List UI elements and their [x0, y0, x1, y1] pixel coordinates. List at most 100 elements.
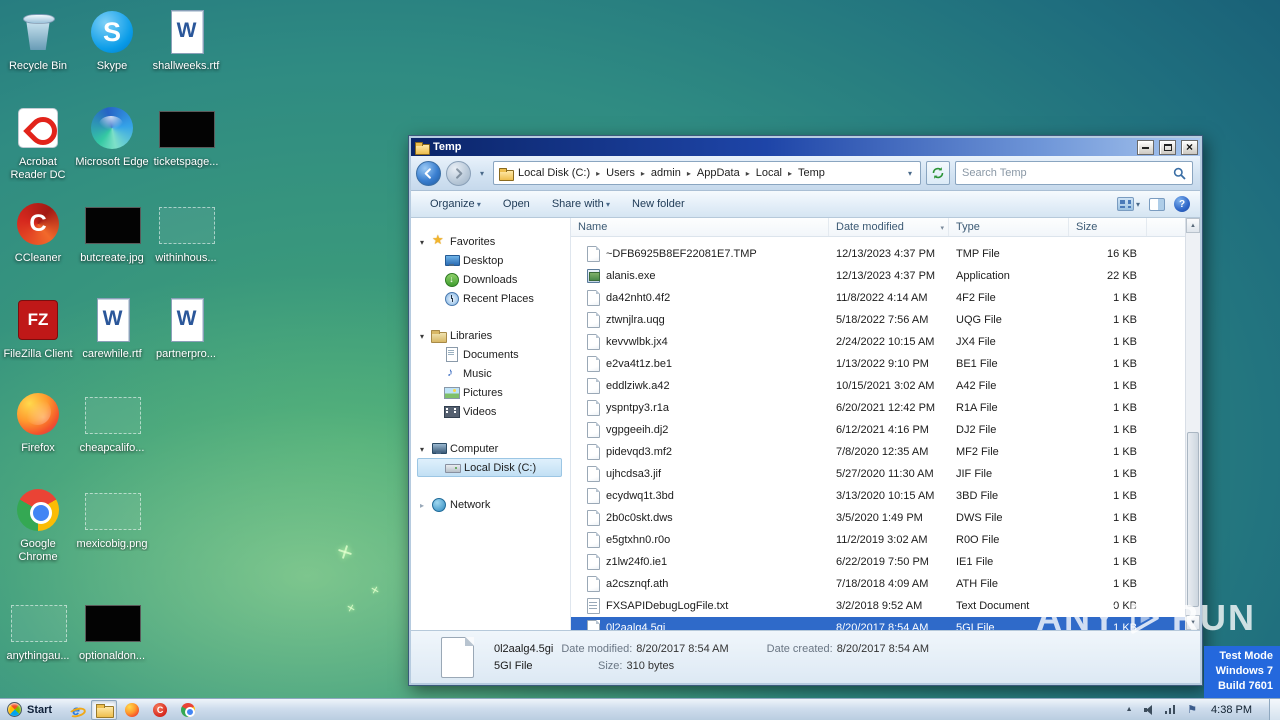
show-desktop-button[interactable] — [1269, 698, 1280, 720]
file-row-pidevqd3-mf2[interactable]: pidevqd3.mf2 7/8/2020 12:35 AM MF2 File … — [571, 441, 1185, 463]
column-header-size[interactable]: Size — [1069, 218, 1147, 236]
scroll-up-button[interactable] — [1186, 218, 1200, 233]
expander-icon[interactable] — [417, 443, 427, 455]
minimize-button[interactable] — [1137, 139, 1154, 155]
sidebar-section-header[interactable]: Network — [417, 495, 570, 514]
file-row-eddlziwk-a42[interactable]: eddlziwk.a42 10/15/2021 3:02 AM A42 File… — [571, 375, 1185, 397]
refresh-button[interactable] — [926, 161, 950, 185]
help-button[interactable] — [1174, 196, 1190, 212]
desktop-icon-microsoft-edge[interactable]: Microsoft Edge — [74, 104, 150, 169]
taskbar-pinned-chrome[interactable] — [175, 700, 201, 720]
sidebar-section-header[interactable]: Libraries — [417, 326, 570, 345]
command-share-with[interactable]: Share with — [543, 194, 619, 214]
address-bar[interactable]: Local Disk (C:) Users admin AppData Local Tem… — [493, 161, 921, 185]
file-row-dfb6925b8ef22081e7-tmp[interactable]: ~DFB6925B8EF22081E7.TMP 12/13/2023 4:37 … — [571, 243, 1185, 265]
file-row-yspntpy3-r1a[interactable]: yspntpy3.r1a 6/20/2021 12:42 PM R1A File… — [571, 397, 1185, 419]
breadcrumb-item-admin[interactable]: admin — [646, 167, 686, 179]
sidebar-item-desktop[interactable]: Desktop — [417, 251, 570, 270]
search-box[interactable] — [955, 161, 1193, 185]
breadcrumb-item-local[interactable]: Local — [751, 167, 787, 179]
desktop-icon-google-chrome[interactable]: Google Chrome — [0, 486, 76, 564]
taskbar-pinned-ccleaner[interactable] — [147, 700, 173, 720]
desktop-icon-mexicobig-png[interactable]: mexicobig.png — [74, 486, 150, 551]
desktop-icon-filezilla-client[interactable]: FileZilla Client — [0, 296, 76, 361]
sidebar-item-videos[interactable]: Videos — [417, 402, 570, 421]
search-input[interactable] — [962, 167, 1169, 179]
command-open[interactable]: Open — [494, 194, 539, 214]
file-row-z1lw24f0-ie1[interactable]: z1lw24f0.ie1 6/22/2019 7:50 PM IE1 File … — [571, 551, 1185, 573]
desktop-icon-ticketspage[interactable]: ticketspage... — [148, 104, 224, 169]
file-date-modified: 11/8/2022 4:14 AM — [836, 292, 928, 304]
column-header-name[interactable]: Name — [571, 218, 829, 236]
desktop-icon-cheapcalifo[interactable]: cheapcalifo... — [74, 390, 150, 455]
desktop-icon-shallweeks-rtf[interactable]: shallweeks.rtf — [148, 8, 224, 73]
file-row-ztwnjlra-uqg[interactable]: ztwnjlra.uqg 5/18/2022 7:56 AM UQG File … — [571, 309, 1185, 331]
column-header-label: Type — [956, 221, 980, 233]
recent-pages-dropdown[interactable] — [476, 169, 488, 178]
breadcrumb-item-temp[interactable]: Temp — [793, 167, 830, 179]
taskbar-clock[interactable]: 4:38 PM — [1206, 704, 1262, 716]
tray-chevron-icon[interactable] — [1122, 703, 1136, 717]
desktop-icon-anythingau[interactable]: anythingau... — [0, 598, 76, 663]
tray-network-icon[interactable] — [1164, 703, 1178, 717]
expander-icon[interactable] — [417, 330, 427, 342]
sidebar-section-computer: Computer Local Disk (C:) — [417, 439, 570, 477]
sidebar-item-downloads[interactable]: Downloads — [417, 270, 570, 289]
breadcrumb-item-local-disk-c[interactable]: Local Disk (C:) — [513, 167, 595, 179]
breadcrumb-item-appdata[interactable]: AppData — [692, 167, 745, 179]
file-row-da42nht0-4f2[interactable]: da42nht0.4f2 11/8/2022 4:14 AM 4F2 File … — [571, 287, 1185, 309]
desktop-icon-firefox[interactable]: Firefox — [0, 390, 76, 455]
taskbar-pinned-internet-explorer[interactable] — [63, 700, 89, 720]
address-dropdown[interactable] — [905, 167, 915, 179]
close-button[interactable] — [1181, 139, 1198, 155]
desktop-icon-acrobat-reader-dc[interactable]: Acrobat Reader DC — [0, 104, 76, 182]
search-icon[interactable] — [1173, 167, 1186, 180]
desktop-icon-carewhile-rtf[interactable]: carewhile.rtf — [74, 296, 150, 361]
breadcrumb-item-users[interactable]: Users — [601, 167, 640, 179]
file-row-2b0c0skt-dws[interactable]: 2b0c0skt.dws 3/5/2020 1:49 PM DWS File 1… — [571, 507, 1185, 529]
sidebar-item-local-disk-c[interactable]: Local Disk (C:) — [417, 458, 562, 477]
file-row-ecydwq1t-3bd[interactable]: ecydwq1t.3bd 3/13/2020 10:15 AM 3BD File… — [571, 485, 1185, 507]
file-row-alanis-exe[interactable]: alanis.exe 12/13/2023 4:37 PM Applicatio… — [571, 265, 1185, 287]
desktop-icon-recycle-bin[interactable]: Recycle Bin — [0, 8, 76, 73]
tray-volume-icon[interactable] — [1143, 703, 1157, 717]
desktop-icon-withinhous[interactable]: withinhous... — [148, 200, 224, 265]
file-row-e2va4t1z-be1[interactable]: e2va4t1z.be1 1/13/2022 9:10 PM BE1 File … — [571, 353, 1185, 375]
desktop-icon-partnerpro[interactable]: partnerpro... — [148, 296, 224, 361]
scrollbar-thumb[interactable] — [1187, 431, 1199, 608]
sidebar-item-documents[interactable]: Documents — [417, 345, 570, 364]
sidebar-item-recent-places[interactable]: Recent Places — [417, 289, 570, 308]
sidebar-item-pictures[interactable]: Pictures — [417, 383, 570, 402]
file-row-e5gtxhn0-r0o[interactable]: e5gtxhn0.r0o 11/2/2019 3:02 AM R0O File … — [571, 529, 1185, 551]
column-header-type[interactable]: Type — [949, 218, 1069, 236]
file-size: 1 KB — [1113, 380, 1137, 392]
maximize-button[interactable] — [1159, 139, 1176, 155]
desktop-icon-skype[interactable]: Skype — [74, 8, 150, 73]
scrollbar-track[interactable] — [1186, 233, 1200, 615]
forward-button[interactable] — [446, 160, 471, 186]
change-view-button[interactable] — [1116, 197, 1140, 211]
file-row-vgpgeeih-dj2[interactable]: vgpgeeih.dj2 6/12/2021 4:16 PM DJ2 File … — [571, 419, 1185, 441]
command-new-folder[interactable]: New folder — [623, 194, 694, 214]
command-organize[interactable]: Organize — [421, 194, 490, 214]
file-row-a2csznqf-ath[interactable]: a2csznqf.ath 7/18/2018 4:09 AM ATH File … — [571, 573, 1185, 595]
sidebar-item-music[interactable]: Music — [417, 364, 570, 383]
sidebar-section-header[interactable]: Computer — [417, 439, 570, 458]
file-name-cell: z1lw24f0.ie1 — [571, 554, 829, 570]
desktop-icon-optionaldon[interactable]: optionaldon... — [74, 598, 150, 663]
file-row-kevvwlbk-jx4[interactable]: kevvwlbk.jx4 2/24/2022 10:15 AM JX4 File… — [571, 331, 1185, 353]
tray-flag-icon[interactable] — [1185, 703, 1199, 717]
back-button[interactable] — [416, 160, 441, 186]
desktop-icon-butcreate-jpg[interactable]: butcreate.jpg — [74, 200, 150, 265]
expander-icon[interactable] — [417, 236, 427, 248]
sidebar-section-header[interactable]: Favorites — [417, 232, 570, 251]
vertical-scrollbar[interactable] — [1185, 218, 1200, 630]
taskbar-pinned-windows-explorer[interactable] — [91, 699, 118, 720]
taskbar-pinned-firefox[interactable] — [119, 700, 145, 720]
start-button[interactable]: Start — [0, 699, 62, 720]
desktop-icon-ccleaner[interactable]: CCleaner — [0, 200, 76, 265]
file-row-ujhcdsa3-jif[interactable]: ujhcdsa3.jif 5/27/2020 11:30 AM JIF File… — [571, 463, 1185, 485]
expander-icon[interactable] — [417, 499, 427, 511]
preview-pane-button[interactable] — [1149, 197, 1165, 211]
column-header-date-modified[interactable]: Date modified — [829, 218, 949, 236]
